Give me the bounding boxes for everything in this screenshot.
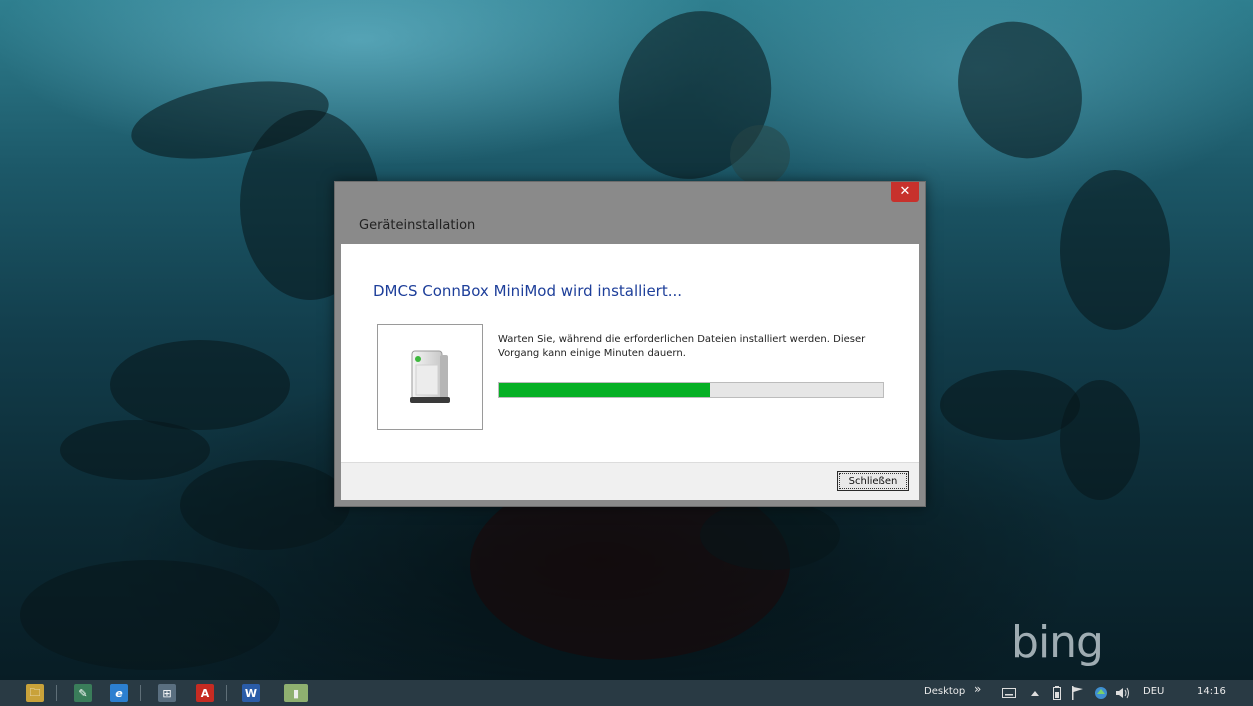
dialog-content: DMCS ConnBox MiniMod wird installiert...…: [341, 244, 919, 462]
device-installation-dialog: ✕ Geräteinstallation DMCS ConnBox MiniMo…: [334, 181, 926, 507]
dialog-title: Geräteinstallation: [359, 218, 476, 233]
desktop-toolbar-label[interactable]: Desktop: [924, 686, 965, 697]
acrobat-icon[interactable]: A: [196, 684, 214, 702]
taskbar-separator: [56, 685, 57, 701]
dialog-footer: Schließen: [341, 462, 919, 500]
internet-explorer-icon[interactable]: e: [110, 684, 128, 702]
device-manager-icon[interactable]: ⊞: [158, 684, 176, 702]
wallpaper-shape: [730, 125, 790, 185]
wallpaper-shape: [20, 560, 280, 670]
volume-icon[interactable]: [1116, 687, 1130, 699]
clock-time[interactable]: 14:16: [1197, 686, 1226, 697]
keyboard-icon[interactable]: [1002, 688, 1016, 698]
wallpaper-shape: [700, 500, 840, 570]
wallpaper-shape: [940, 370, 1080, 440]
bing-watermark: bing: [1011, 617, 1104, 668]
device-installer-icon[interactable]: ▮: [284, 684, 308, 702]
progress-fill: [499, 383, 711, 397]
wallpaper-shape: [1060, 170, 1170, 330]
wallpaper-shape: [936, 1, 1104, 179]
chevron-up-icon[interactable]: [1031, 690, 1039, 696]
install-progress-bar: [498, 382, 884, 398]
battery-icon[interactable]: [1053, 686, 1061, 700]
wallpaper-shape: [180, 460, 350, 550]
wallpaper-shape: [1060, 380, 1140, 500]
close-button[interactable]: Schließen: [837, 471, 909, 491]
flag-icon[interactable]: [1072, 686, 1084, 700]
toolbar-chevron-icon[interactable]: »: [974, 682, 981, 696]
close-icon[interactable]: ✕: [891, 182, 919, 202]
wallpaper-shape: [110, 340, 290, 430]
install-description: Warten Sie, während die erforderlichen D…: [498, 334, 866, 359]
install-heading: DMCS ConnBox MiniMod wird installiert...: [373, 282, 683, 300]
device-icon: [410, 350, 450, 403]
word-icon[interactable]: W: [242, 684, 260, 702]
device-image-frame: [377, 324, 483, 430]
taskbar: 🗀 ✎ e ⊞ A W ▮ Desktop » DEU 14:16: [0, 680, 1253, 706]
input-language[interactable]: DEU: [1143, 686, 1164, 697]
taskbar-separator: [226, 685, 227, 701]
notepad-icon[interactable]: ✎: [74, 684, 92, 702]
taskbar-separator: [140, 685, 141, 701]
file-explorer-icon[interactable]: 🗀: [26, 684, 44, 702]
wallpaper-shape: [60, 420, 210, 480]
network-icon[interactable]: [1093, 685, 1109, 701]
